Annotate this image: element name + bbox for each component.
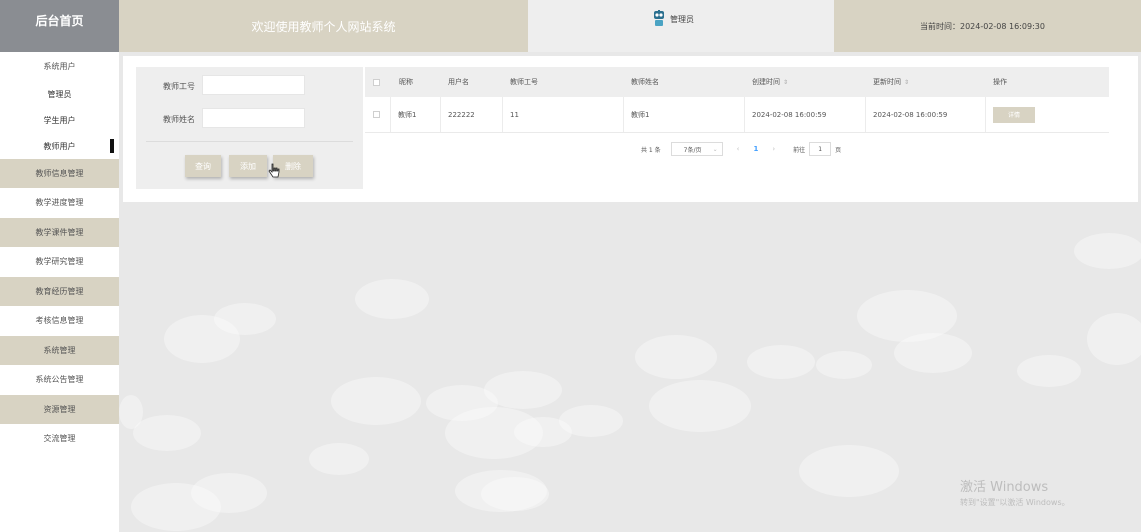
delete-button-label: 删除 <box>285 161 301 171</box>
sidebar-item-teaching-progress[interactable]: 教学进度管理 <box>0 188 119 217</box>
sidebar-item-teacher-users[interactable]: 教师用户 <box>0 133 119 159</box>
home-label: 后台首页 <box>35 13 84 28</box>
query-button[interactable]: 查询 <box>185 155 221 177</box>
table-header: 昵称 用户名 教师工号 教师姓名 创建时间 ⇕ 更新时间 ⇕ 操作 <box>365 67 1109 97</box>
sidebar: 系统用户 管理员 学生用户 教师用户 教师信息管理 教学进度管理 教学课件管理 … <box>0 52 119 532</box>
sidebar-item-teacher-info[interactable]: 教师信息管理 <box>0 159 119 188</box>
sort-icon[interactable]: ⇕ <box>783 79 788 86</box>
sidebar-item-label: 教育经历管理 <box>35 287 84 296</box>
sidebar-item-label: 系统管理 <box>43 346 76 355</box>
goto-page-input[interactable]: 1 <box>809 142 832 156</box>
sidebar-item-label: 教学课件管理 <box>35 228 84 237</box>
col-created-time[interactable]: 创建时间 ⇕ <box>745 67 866 97</box>
watermark-title: 激活 Windows <box>960 480 1049 495</box>
welcome-text: 欢迎使用教师个人网站系统 <box>251 19 396 34</box>
col-updated-label: 更新时间 <box>873 78 901 86</box>
col-teacher-id: 教师工号 <box>510 78 538 86</box>
search-form: 教师工号 教师姓名 查询 添加 删除 <box>136 67 363 189</box>
sidebar-item-courseware[interactable]: 教学课件管理 <box>0 218 119 247</box>
top-header: 后台首页 欢迎使用教师个人网站系统 管理员 当前时间：2024-02-08 16… <box>0 0 1141 52</box>
sidebar-item-label: 教学研究管理 <box>35 257 84 266</box>
teacher-name-input[interactable] <box>202 108 305 128</box>
sidebar-item-label: 教师信息管理 <box>35 169 84 178</box>
cell-nickname: 教师1 <box>391 97 441 132</box>
table-row: 教师1 222222 11 教师1 2024-02-08 16:00:59 20… <box>365 97 1109 133</box>
cell-teacher-id: 11 <box>503 97 624 132</box>
teacher-id-label: 教师工号 <box>163 82 195 91</box>
divider <box>146 141 353 142</box>
sort-icon[interactable]: ⇕ <box>904 79 909 86</box>
hand-cursor-icon <box>268 163 280 178</box>
col-updated-time[interactable]: 更新时间 ⇕ <box>866 67 986 97</box>
col-teacher-name: 教师姓名 <box>631 78 659 86</box>
col-created-label: 创建时间 <box>752 78 780 86</box>
detail-button-label: 详情 <box>1007 112 1020 119</box>
sidebar-item-announcements[interactable]: 系统公告管理 <box>0 365 119 394</box>
col-nickname: 昵称 <box>399 78 413 86</box>
sidebar-item-label: 教学进度管理 <box>35 198 84 207</box>
sidebar-item-label: 考核信息管理 <box>35 316 84 325</box>
sidebar-item-assessment[interactable]: 考核信息管理 <box>0 306 119 335</box>
active-marker <box>110 139 114 153</box>
windows-activation-watermark: 激活 Windows 转到"设置"以激活 Windows。 <box>960 476 1070 508</box>
total-count: 共 1 条 <box>641 146 661 154</box>
sidebar-item-teaching-research[interactable]: 教学研究管理 <box>0 247 119 276</box>
add-button-label: 添加 <box>240 161 256 171</box>
cell-updated-time: 2024-02-08 16:00:59 <box>866 97 986 132</box>
sidebar-item-label: 系统用户 <box>43 62 76 71</box>
welcome-banner: 欢迎使用教师个人网站系统 <box>119 0 528 52</box>
row-checkbox[interactable] <box>373 111 380 118</box>
pagination: 共 1 条 7条/页 ⌄ ‹ 1 › 前往 1 页 <box>641 141 841 157</box>
sidebar-item-label: 资源管理 <box>43 405 76 414</box>
sidebar-item-education-history[interactable]: 教育经历管理 <box>0 277 119 306</box>
add-button[interactable]: 添加 <box>229 155 267 177</box>
col-username: 用户名 <box>448 78 469 86</box>
teacher-id-input[interactable] <box>202 75 305 95</box>
cell-username: 222222 <box>441 97 503 132</box>
cell-created-time: 2024-02-08 16:00:59 <box>745 97 866 132</box>
current-time-panel: 当前时间：2024-02-08 16:09:30 <box>834 0 1141 52</box>
detail-button[interactable]: 详情 <box>993 106 1035 123</box>
current-page[interactable]: 1 <box>753 145 758 153</box>
sidebar-item-label: 系统公告管理 <box>35 375 84 384</box>
sidebar-item-label: 教师用户 <box>43 141 76 151</box>
prev-page-icon[interactable]: ‹ <box>737 145 740 153</box>
sidebar-item-resources[interactable]: 资源管理 <box>0 395 119 424</box>
query-button-label: 查询 <box>195 161 211 171</box>
watermark-subtitle: 转到"设置"以激活 Windows。 <box>960 498 1070 507</box>
teacher-name-label: 教师姓名 <box>163 115 195 124</box>
sidebar-item-label: 管理员 <box>47 89 72 99</box>
current-time-text: 当前时间：2024-02-08 16:09:30 <box>920 21 1045 31</box>
user-role: 管理员 <box>670 14 694 24</box>
robot-avatar-icon <box>654 10 664 26</box>
main-panel: 教师工号 教师姓名 查询 添加 删除 昵称 用户名 教师工号 教师姓名 创建时间… <box>123 56 1138 202</box>
page-unit: 页 <box>835 146 842 154</box>
user-panel[interactable]: 管理员 <box>528 0 834 52</box>
sidebar-item-system-users[interactable]: 系统用户 <box>0 52 119 81</box>
sidebar-item-admin[interactable]: 管理员 <box>0 81 119 107</box>
sidebar-item-system-management[interactable]: 系统管理 <box>0 336 119 365</box>
goto-label: 前往 <box>793 146 806 154</box>
next-page-icon[interactable]: › <box>772 145 775 153</box>
select-all-checkbox[interactable] <box>373 78 380 86</box>
cell-teacher-name: 教师1 <box>624 97 745 132</box>
home-link[interactable]: 后台首页 <box>0 0 119 52</box>
chevron-down-icon: ⌄ <box>712 145 718 153</box>
page-size-value: 7条/页 <box>683 146 702 154</box>
sidebar-item-label: 学生用户 <box>43 115 76 125</box>
sidebar-item-label: 交流管理 <box>43 434 76 443</box>
sidebar-item-communication[interactable]: 交流管理 <box>0 424 119 453</box>
col-actions: 操作 <box>993 78 1007 86</box>
page-size-select[interactable]: 7条/页 ⌄ <box>670 142 723 156</box>
sidebar-item-student-users[interactable]: 学生用户 <box>0 107 119 133</box>
